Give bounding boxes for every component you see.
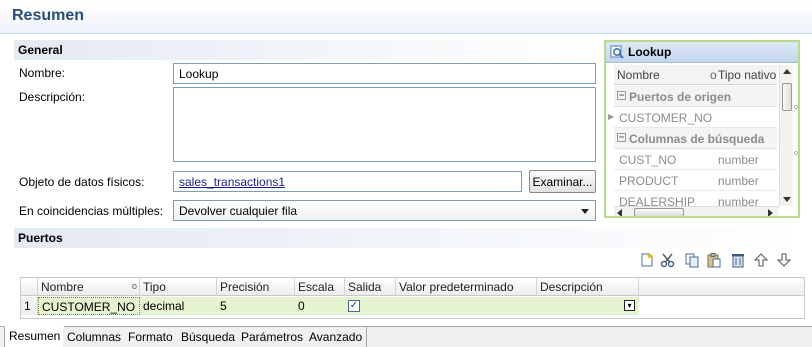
scroll-down-icon[interactable] [783,197,791,202]
lookup-icon [610,45,624,59]
ports-section-heading: Puertos [14,228,804,248]
scroll-thumb[interactable] [782,83,792,111]
physical-object-label: Objeto de datos físicos: [19,175,145,189]
row-index-header [21,278,38,296]
lookup-horizontal-scrollbar[interactable] [614,206,779,216]
lookup-row-name: CUSTOMER_NO [619,111,713,125]
table-row[interactable]: 1 CUSTOMER_NO decimal 5 0 ✓ ▾ [21,297,804,315]
cut-icon[interactable] [660,252,676,268]
lookup-row-type: number [718,153,759,167]
move-up-icon[interactable] [753,252,769,268]
lookup-col-name: Nombre [617,68,660,82]
column-header-default[interactable]: Valor predeterminado [396,278,537,296]
paste-icon[interactable] [706,252,722,268]
lookup-row-type: number [718,174,759,188]
move-down-icon[interactable] [776,252,792,268]
lookup-panel-header: Lookup [606,42,798,63]
port-default-cell[interactable] [396,297,537,315]
output-checkbox[interactable]: ✓ [348,300,360,312]
column-header-name[interactable]: Nombre [38,278,140,296]
tab-parametros[interactable]: Parámetros [237,327,309,347]
delete-icon[interactable] [730,252,746,268]
lookup-group-columns[interactable]: − Columnas de búsqueda [614,128,777,149]
row-pointer-icon: ▶ [608,112,615,121]
tab-formato[interactable]: Formato [124,327,178,347]
scroll-right-icon[interactable] [768,209,773,216]
description-field[interactable] [173,87,596,162]
multiple-matches-label: En coincidencias múltiples: [19,204,164,218]
column-header-scale[interactable]: Escala [295,278,345,296]
port-type-cell[interactable]: decimal [140,297,217,315]
tab-columnas[interactable]: Columnas [63,327,127,347]
lookup-col-marker: o [710,68,717,82]
row-index: 1 [21,297,38,315]
ports-table: Nombre Tipo Precisión Escala Salida Valo… [20,277,805,319]
column-header-precision[interactable]: Precisión [217,278,295,296]
scroll-thumb[interactable] [634,208,684,216]
column-header-description[interactable]: Descripción [537,278,639,296]
lookup-col-type: Tipo nativo [718,68,777,82]
column-header-type[interactable]: Tipo [140,278,217,296]
new-port-icon[interactable] [639,252,655,268]
lookup-row[interactable]: PRODUCT number [614,170,777,191]
lookup-column-header: Nombre o Tipo nativo [614,65,777,85]
connector-dot-icon: o [794,104,798,111]
name-label: Nombre: [19,66,66,80]
port-scale-cell[interactable]: 0 [295,297,345,315]
editor-tabs: Resumen Columnas Formato Búsqueda Paráme… [0,326,812,347]
lookup-row-name: CUST_NO [619,153,677,167]
chevron-down-icon [581,209,589,214]
tab-resumen[interactable]: Resumen [4,326,66,347]
lookup-preview-panel: Lookup Nombre o Tipo nativo − Puertos de… [604,40,800,218]
port-description-cell[interactable]: ▾ [537,297,639,315]
copy-icon[interactable] [684,252,700,268]
collapse-icon[interactable]: − [617,91,626,100]
lookup-row[interactable]: ▶ CUSTOMER_NO [608,107,777,128]
lookup-group-source[interactable]: − Puertos de origen [614,86,777,107]
name-field[interactable]: Lookup [173,63,596,84]
physical-object-link[interactable]: sales_transactions1 [173,171,522,192]
lookup-row-name: PRODUCT [619,174,679,188]
lookup-panel-title: Lookup [628,45,672,59]
scroll-left-icon[interactable] [617,209,622,216]
lookup-group-label: Puertos de origen [629,90,732,104]
tab-avanzado[interactable]: Avanzado [305,327,368,347]
multiple-matches-value: Devolver cualquier fila [179,204,298,218]
lookup-row[interactable]: CUST_NO number [614,149,777,170]
general-section-heading: General [14,40,598,60]
lookup-vertical-scrollbar[interactable] [779,65,793,206]
column-marker-icon: o [132,281,138,291]
ports-table-header: Nombre Tipo Precisión Escala Salida Valo… [21,278,804,296]
port-precision-cell[interactable]: 5 [217,297,295,315]
editor-header: Resumen [0,0,812,34]
page-title: Resumen [12,7,85,24]
multiple-matches-select[interactable]: Devolver cualquier fila [173,200,596,221]
port-output-cell[interactable]: ✓ [345,297,396,315]
collapse-icon[interactable]: − [617,133,626,142]
tab-busqueda[interactable]: Búsqueda [177,327,241,347]
connector-dot-icon: o [794,150,798,157]
port-name-cell[interactable]: CUSTOMER_NO [38,297,140,315]
browse-button[interactable]: Examinar... [529,170,596,193]
expand-editor-icon[interactable]: ▾ [624,300,635,311]
scroll-up-icon[interactable] [783,69,791,74]
description-label: Descripción: [19,90,86,104]
lookup-group-label: Columnas de búsqueda [629,132,765,146]
column-header-output[interactable]: Salida [345,278,396,296]
